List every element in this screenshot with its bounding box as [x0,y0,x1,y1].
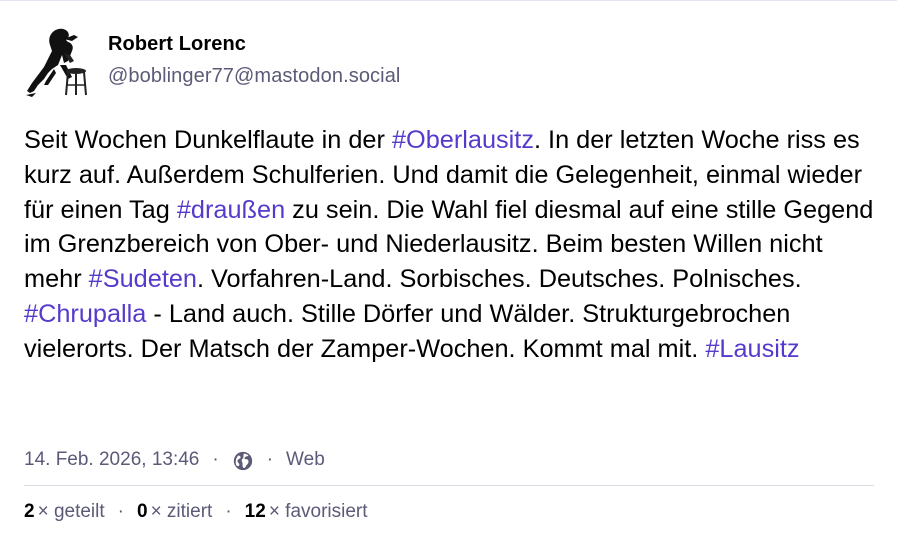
counts-separator: · [117,501,124,522]
account-handle[interactable]: @boblinger77@mastodon.social [108,63,400,89]
avatar[interactable] [24,25,92,97]
hashtag-link[interactable]: #Sudeten [89,265,197,293]
meta-separator: · [266,449,274,470]
status-text-segment: . Vorfahren-Land. Sorbisches. Deutsches.… [197,265,802,294]
status-content: Seit Wochen Dunkelflaute in der #Oberlau… [24,123,876,367]
favourites-count[interactable]: 12 × favorisiert [245,501,368,523]
hashtag-link[interactable]: #Lausitz [705,335,799,363]
hashtag-link[interactable]: #draußen [177,196,285,224]
quotes-count[interactable]: 0 × zitiert [137,501,212,523]
status-text-segment: Seit Wochen Dunkelflaute in der [24,126,392,154]
status-timestamp[interactable]: 14. Feb. 2026, 13:46 [24,449,199,471]
account-names: Robert Lorenc @boblinger77@mastodon.soci… [108,25,400,89]
status-header: Robert Lorenc @boblinger77@mastodon.soci… [24,25,400,97]
reblogs-count[interactable]: 2 × geteilt [24,501,105,523]
hashtag-link[interactable]: #Chrupalla [24,300,146,328]
globe-icon [232,450,254,472]
meta-separator: · [212,449,219,470]
reblogs-label: × geteilt [37,501,105,522]
display-name[interactable]: Robert Lorenc [108,31,400,57]
quotes-number: 0 [136,501,148,522]
reblogs-number: 2 [24,501,35,522]
status-counts: 2 × geteilt · 0 × zitiert · 12 × favorisier… [24,497,368,527]
avatar-image [24,25,92,97]
status-application: Web [286,449,325,470]
status-meta: 14. Feb. 2026, 13:46 · · Web [24,445,325,475]
favourites-number: 12 [244,501,266,522]
quotes-label: × zitiert [150,501,213,522]
divider [24,485,874,486]
status-card: Robert Lorenc @boblinger77@mastodon.soci… [0,0,897,547]
favourites-label: × favorisiert [268,501,368,522]
counts-separator: · [225,501,232,522]
hashtag-link[interactable]: #Oberlausitz [392,126,534,154]
